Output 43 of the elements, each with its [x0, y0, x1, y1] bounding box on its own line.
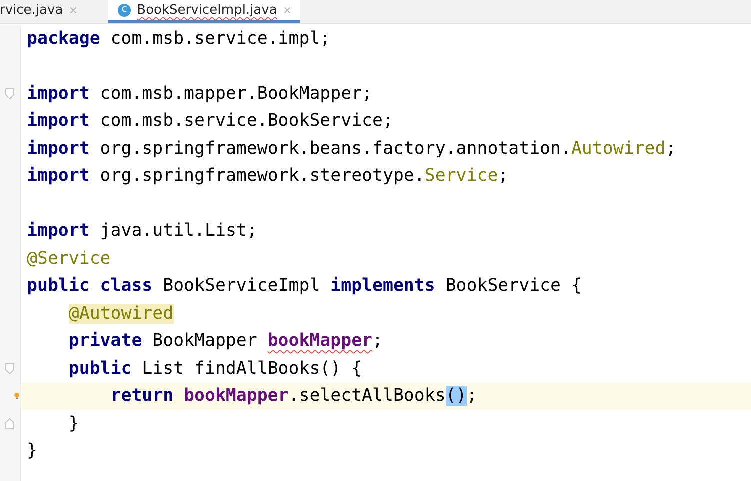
- code-text: ;: [666, 138, 676, 159]
- keyword: import: [27, 138, 90, 159]
- keyword: package: [27, 28, 100, 49]
- keyword: import: [27, 111, 90, 132]
- code-text: ;: [498, 166, 509, 186]
- code-text: }: [27, 441, 38, 462]
- close-icon[interactable]: [283, 6, 292, 14]
- code-text: BookServiceImpl: [162, 276, 322, 296]
- code-text: org.springframework.beans.factory.annotation.: [99, 138, 572, 159]
- fold-icon[interactable]: [5, 362, 15, 375]
- matched-brace: (): [446, 386, 467, 406]
- code-text: com.msb.service.BookService;: [99, 111, 394, 132]
- code-text: BookMapper: [152, 331, 258, 352]
- close-icon[interactable]: [69, 6, 78, 14]
- code-text: ;: [466, 386, 478, 406]
- fold-icon[interactable]: [5, 418, 15, 430]
- code-text: List findAllBooks() {: [141, 358, 362, 379]
- annotation: @Service: [27, 248, 111, 269]
- keyword: import: [27, 84, 90, 104]
- editor-tab[interactable]: c BookServiceImpl.java: [108, 0, 300, 23]
- field-name: bookMapper: [268, 331, 373, 352]
- keyword: public class: [27, 276, 153, 296]
- code-text: ;: [372, 331, 383, 352]
- keyword: import: [27, 166, 90, 186]
- keyword: public: [68, 358, 132, 379]
- code-text: .selectAllBooks: [288, 386, 446, 406]
- keyword: private: [68, 331, 142, 352]
- field-name: bookMapper: [184, 386, 289, 406]
- code-text: com.msb.service.impl;: [110, 28, 331, 49]
- keyword: implements: [330, 276, 436, 296]
- code-text: BookService {: [444, 276, 582, 296]
- code-text: java.util.List;: [99, 221, 258, 242]
- annotation: Autowired: [571, 138, 666, 159]
- keyword: return: [110, 386, 174, 406]
- code-text: }: [68, 414, 80, 434]
- keyword: import: [27, 221, 90, 242]
- class-icon: c: [118, 4, 132, 16]
- code-text: com.msb.mapper.BookMapper;: [99, 84, 373, 104]
- code-text: org.springframework.stereotype.: [99, 166, 425, 186]
- annotation: Service: [424, 166, 498, 186]
- fold-icon[interactable]: [5, 88, 15, 100]
- annotation: @Autowired: [68, 304, 174, 324]
- editor-tab[interactable]: rvice.java: [0, 0, 86, 23]
